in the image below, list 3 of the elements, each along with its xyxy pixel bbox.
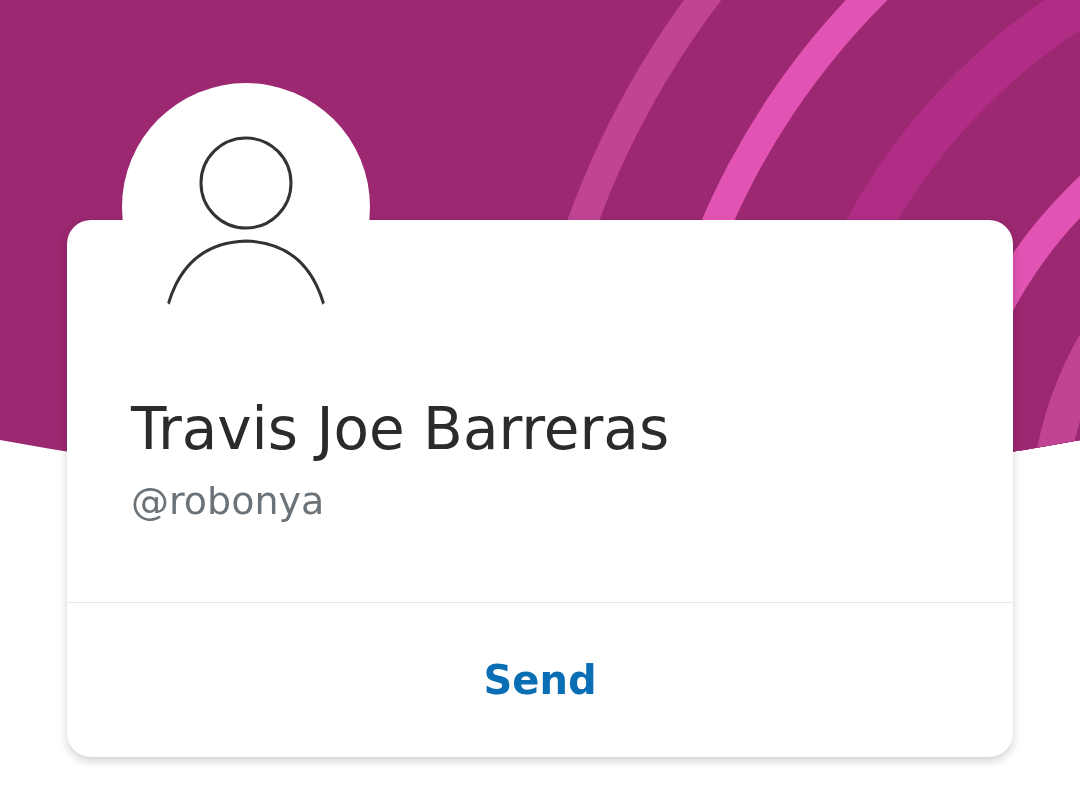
profile-handle: @robonya: [130, 478, 326, 525]
profile-name: Travis Joe Barreras: [129, 395, 671, 465]
send-button[interactable]: Send: [477, 649, 603, 711]
